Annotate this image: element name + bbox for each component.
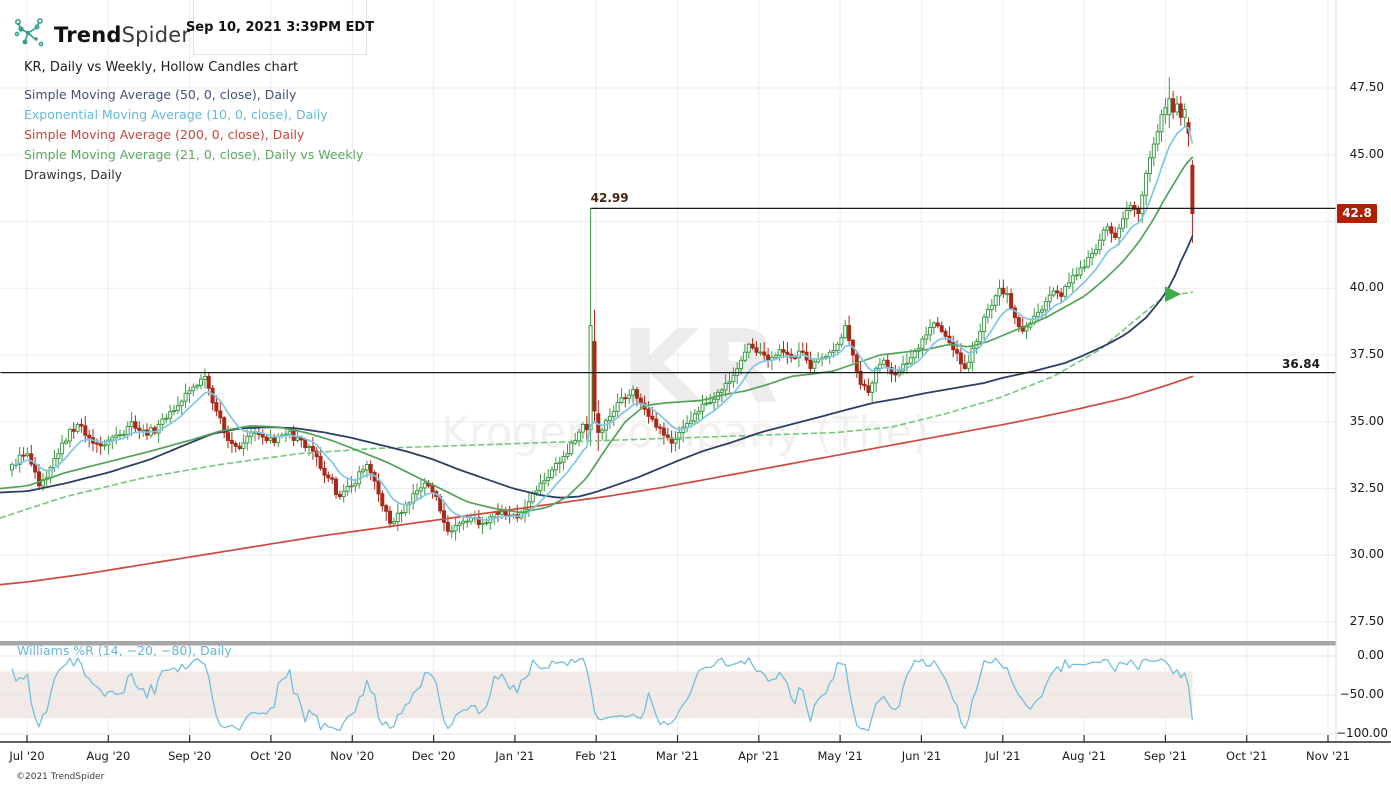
month-axis-label: May '21 [817,749,863,763]
legend-item-sma50[interactable]: Simple Moving Average (50, 0, close), Da… [24,85,363,105]
month-axis-label: Jul '20 [9,749,45,763]
month-axis-label: Jun '21 [901,749,942,763]
copyright-notice: ©2021 TrendSpider [16,772,105,782]
trendspider-logo: TrendSpider [12,16,190,54]
month-axis-label: Aug '20 [86,749,131,763]
williams-axis-label: −50.00 [1339,687,1384,701]
williams-axis-label: 0.00 [1357,648,1384,662]
trendspider-logo-icon [12,16,46,54]
legend-item-sma21[interactable]: Simple Moving Average (21, 0, close), Da… [24,145,363,165]
chart-timestamp-box: Sep 10, 2021 3:39PM EDT [186,0,374,55]
month-axis-label: Apr '21 [738,749,780,763]
trendspider-wordmark: TrendSpider [54,23,191,47]
price-axis-label: 30.00 [1349,547,1384,562]
horizontal-line-label-3684[interactable]: 36.84 [1240,357,1320,371]
legend-item-ema10[interactable]: Exponential Moving Average (10, 0, close… [24,105,363,125]
chart-timestamp: Sep 10, 2021 3:39PM EDT [185,19,375,35]
month-axis-label: Dec '20 [411,749,456,763]
price-axis-label: 45.00 [1349,146,1384,161]
indicator-legend: Simple Moving Average (50, 0, close), Da… [24,85,363,185]
price-axis-label: 40.00 [1349,280,1384,295]
month-axis-label: Nov '21 [1306,749,1350,763]
price-axis-label: 27.50 [1349,614,1384,628]
month-axis-label: Jul '21 [985,749,1021,763]
month-axis-label: Nov '20 [330,749,375,763]
williams-r-label[interactable]: Williams %R (14, −20, −80), Daily [17,643,232,658]
month-axis-label: Oct '20 [250,749,292,763]
price-axis-label: 47.50 [1349,80,1384,94]
month-axis-label: Sep '21 [1143,749,1187,763]
month-axis-label: Oct '21 [1226,749,1268,763]
williams-axis-label: −100.00 [1336,726,1389,740]
month-axis-label: Sep '20 [168,749,212,763]
legend-item-sma200[interactable]: Simple Moving Average (200, 0, close), D… [24,125,363,145]
month-axis-label: Mar '21 [655,749,700,763]
legend-item-drawings[interactable]: Drawings, Daily [24,165,363,185]
month-axis-label: Jan '21 [495,749,535,763]
trendspider-chart-app: KR Kroger Company (The) TrendSpider Sep … [0,0,1391,795]
chart-title: KR, Daily vs Weekly, Hollow Candles char… [24,60,299,75]
price-axis-label: 37.50 [1349,347,1384,361]
last-price-badge: 42.8 [1337,203,1377,223]
month-axis-label: Feb '21 [575,749,618,763]
price-axis-label: 32.50 [1349,480,1384,495]
horizontal-line-label-4299[interactable]: 42.99 [591,191,629,205]
price-axis-label: 35.00 [1349,413,1384,428]
month-axis-label: Aug '21 [1062,749,1107,763]
